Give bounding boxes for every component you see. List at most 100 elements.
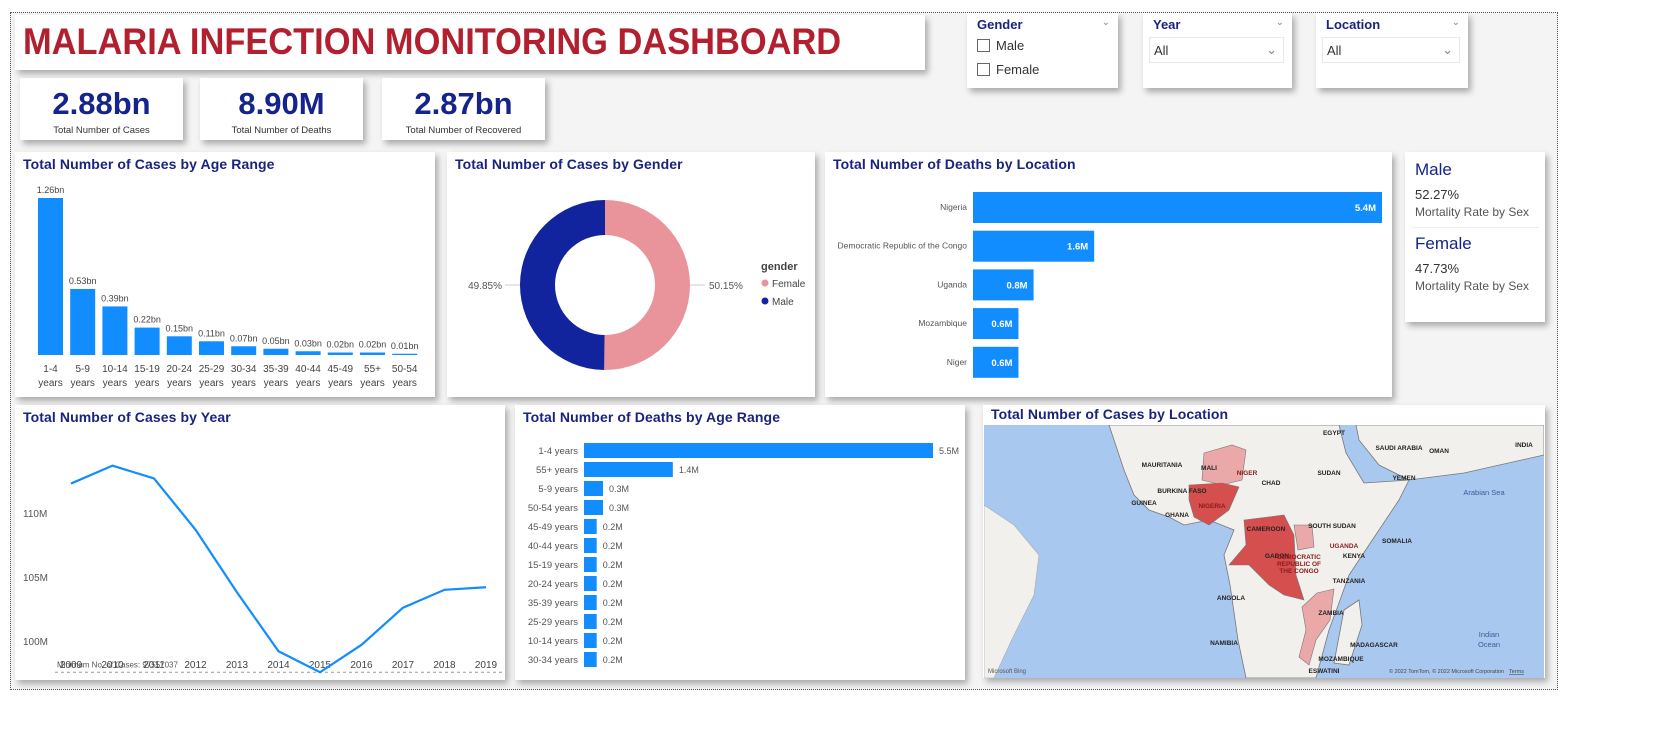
bing-logo: Microsoft Bing [988, 669, 1026, 675]
x-tick-label: 55+ [364, 364, 381, 375]
y-category-label: Democratic Republic of the Congo [838, 241, 968, 251]
data-label: 5.5M [939, 446, 959, 456]
terms-link[interactable]: Terms [1509, 669, 1524, 675]
map-label: DEMOCRATIC [1277, 554, 1321, 561]
gender-donut-svg: 50.15% 49.85% gender Female Male [468, 200, 806, 370]
legend-item-male: Male [772, 297, 794, 308]
deaths-by-location-chart: Total Number of Deaths by Location Niger… [825, 152, 1392, 397]
slice-label-male: 49.85% [468, 281, 502, 292]
y-category-label: 5-9 years [538, 484, 578, 495]
year-dropdown[interactable]: All ⌄ [1149, 37, 1284, 63]
chevron-down-icon[interactable]: ⌄ [1452, 17, 1460, 28]
data-label: 0.3M [609, 484, 629, 494]
map-label: ANGOLA [1217, 595, 1245, 602]
bar-40-44-years [584, 538, 597, 553]
x-tick-label: years [392, 378, 416, 389]
x-tick-label: 25-29 [199, 364, 225, 375]
kpi-label: Total Number of Deaths [231, 125, 332, 136]
chart-title: Total Number of Cases by Location [991, 406, 1229, 422]
x-tick-label: years [135, 378, 159, 389]
x-tick-label: 40-44 [295, 364, 321, 375]
y-category-label: 15-19 years [528, 560, 578, 571]
data-label: 0.53bn [69, 276, 97, 286]
chevron-down-icon[interactable]: ⌄ [1266, 42, 1277, 58]
bar-35-39-years [263, 348, 289, 355]
map-label: CHAD [1262, 480, 1281, 487]
data-label: 0.02bn [359, 340, 387, 350]
map-label: MALI [1201, 465, 1217, 472]
map-label: ZAMBIA [1318, 610, 1344, 617]
bar-15-19-years [134, 327, 160, 355]
kpi-total-deaths: 8.90M Total Number of Deaths [200, 78, 363, 140]
bar-35-39-years [584, 595, 597, 610]
mortality-card: Male 52.27% Mortality Rate by Sex Female… [1405, 152, 1545, 322]
map-label: KENYA [1343, 553, 1365, 560]
data-label: 0.2M [603, 655, 623, 665]
bar-55-years [360, 352, 385, 355]
male-mortality-value: 52.27% [1415, 187, 1460, 202]
x-tick-label: 5-9 [75, 364, 90, 375]
slice-male [519, 200, 605, 370]
data-label: 0.2M [603, 598, 623, 608]
chevron-down-icon[interactable]: ⌄ [1276, 17, 1284, 28]
data-label: 0.8M [1006, 280, 1027, 291]
bar-30-34-years [231, 346, 257, 355]
bar-15-19-years [584, 557, 597, 572]
cases-by-age-svg: 1.26bn 1-4 years 0.53bn 5-9 years 0.39bn 10-14 y… [37, 185, 419, 389]
map-label: OMAN [1429, 448, 1449, 455]
data-label: 1.4M [679, 465, 699, 475]
slicer-title: Year [1153, 17, 1181, 32]
bar-1-4-years [584, 443, 933, 458]
cases-line [70, 464, 487, 674]
x-tick-label: 2019 [475, 660, 498, 671]
map-canvas[interactable]: EGYPT SAUDI ARABIA OMAN INDIA MAURITANIA MALI… [984, 425, 1544, 678]
map-label: SOUTH SUDAN [1308, 523, 1356, 530]
y-category-label: 50-54 years [528, 503, 578, 514]
female-mortality-value: 47.73% [1415, 261, 1460, 276]
bar-1-4-years [38, 198, 63, 355]
x-tick-label: 2014 [267, 660, 290, 671]
location-dropdown[interactable]: All ⌄ [1322, 37, 1460, 63]
map-label: GHANA [1165, 512, 1189, 519]
x-tick-label: 1-4 [43, 364, 58, 375]
legend-marker [761, 297, 769, 305]
map-label: NAMIBIA [1210, 640, 1238, 647]
bar-30-34-years [584, 652, 597, 667]
y-category-label: 30-34 years [528, 655, 578, 666]
map-label: GUINEA [1131, 500, 1157, 507]
map-label: Ocean [1478, 640, 1500, 649]
data-label: 0.2M [603, 579, 623, 589]
checkbox-icon[interactable] [977, 63, 990, 76]
cases-by-year-svg: 100M105M110M2009 2010 2011 2012 2013 2014 2015… [23, 464, 503, 674]
legend-title: gender [761, 261, 798, 273]
checkbox-icon[interactable] [977, 39, 990, 52]
map-label: SOMALIA [1382, 538, 1412, 545]
bar-45-49-years [327, 352, 353, 355]
option-label: Female [996, 62, 1040, 77]
chevron-down-icon[interactable]: ⌄ [1102, 17, 1110, 28]
bar-5-9-years [584, 481, 604, 496]
option-label: Male [996, 38, 1025, 53]
kpi-label: Total Number of Cases [53, 125, 150, 136]
x-tick-label: 35-39 [263, 364, 289, 375]
data-label: 0.02bn [327, 340, 355, 350]
male-heading: Male [1415, 160, 1452, 179]
y-category-label: 45-49 years [528, 522, 578, 533]
female-heading: Female [1415, 234, 1472, 253]
data-label: 0.01bn [391, 341, 419, 351]
y-category-label: Niger [947, 357, 967, 367]
dropdown-value: All [1327, 43, 1342, 58]
checkbox-male[interactable]: Male [977, 38, 1024, 53]
data-label: 0.3M [609, 503, 629, 513]
data-label: 0.03bn [294, 338, 322, 348]
slicer-title: Gender [977, 17, 1023, 32]
divider [1411, 227, 1539, 228]
chevron-down-icon[interactable]: ⌄ [1442, 42, 1453, 58]
checkbox-female[interactable]: Female [977, 62, 1039, 77]
bar-25-29-years [584, 614, 597, 629]
map-label: CAMEROON [1247, 526, 1286, 533]
kpi-value: 2.87bn [414, 86, 513, 121]
data-label: 0.6M [991, 358, 1012, 369]
kpi-total-cases: 2.88bn Total Number of Cases [20, 78, 183, 140]
map-label: INDIA [1515, 442, 1533, 449]
